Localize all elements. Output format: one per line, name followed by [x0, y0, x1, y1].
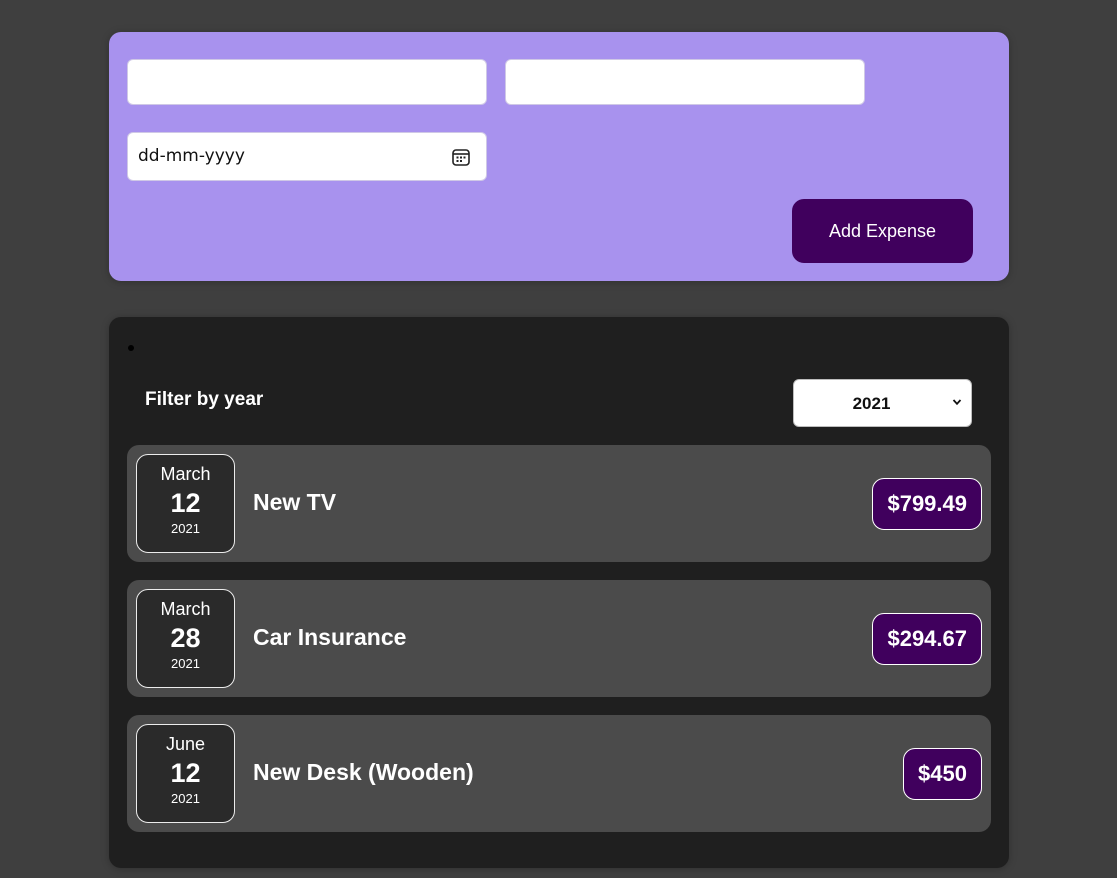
- date-placeholder: dd-mm-yyyy: [138, 146, 245, 166]
- expense-year: 2021: [171, 791, 200, 806]
- filter-label: Filter by year: [145, 389, 264, 410]
- expense-month: June: [165, 734, 206, 754]
- chevron-down-icon: [952, 399, 962, 406]
- expense-date: March 28 2021: [136, 589, 235, 688]
- expense-amount: $799.49: [872, 478, 982, 530]
- new-expense-form: dd-mm-yyyy Add Expense: [109, 32, 1009, 281]
- expense-day: 12: [170, 488, 201, 518]
- amount-input[interactable]: [505, 59, 865, 105]
- expense-year: 2021: [171, 521, 200, 536]
- list-bullet: [128, 345, 134, 351]
- expense-day: 12: [170, 758, 201, 788]
- expense-title: New TV: [253, 489, 337, 515]
- expense-title: New Desk (Wooden): [253, 759, 474, 785]
- expense-date: June 12 2021: [136, 724, 235, 823]
- expense-month: March: [160, 464, 211, 484]
- expense-amount: $294.67: [872, 613, 982, 665]
- expense-item: March 12 2021 New TV $799.49: [127, 445, 991, 562]
- expense-date: March 12 2021: [136, 454, 235, 553]
- expense-amount: $450: [903, 748, 982, 800]
- year-select-value: 2021: [852, 394, 891, 413]
- expense-item: June 12 2021 New Desk (Wooden) $450: [127, 715, 991, 832]
- expense-item: March 28 2021 Car Insurance $294.67: [127, 580, 991, 697]
- expense-title: Car Insurance: [253, 624, 407, 650]
- date-input[interactable]: dd-mm-yyyy: [127, 132, 487, 181]
- expense-day: 28: [170, 623, 201, 653]
- title-input[interactable]: [127, 59, 487, 105]
- add-expense-button[interactable]: Add Expense: [792, 199, 973, 263]
- calendar-icon[interactable]: [451, 147, 471, 167]
- expense-month: March: [160, 599, 211, 619]
- year-select[interactable]: 2021: [793, 379, 972, 427]
- expenses-panel: Filter by year 2021 March 12 2021 New TV…: [109, 317, 1009, 868]
- expense-year: 2021: [171, 656, 200, 671]
